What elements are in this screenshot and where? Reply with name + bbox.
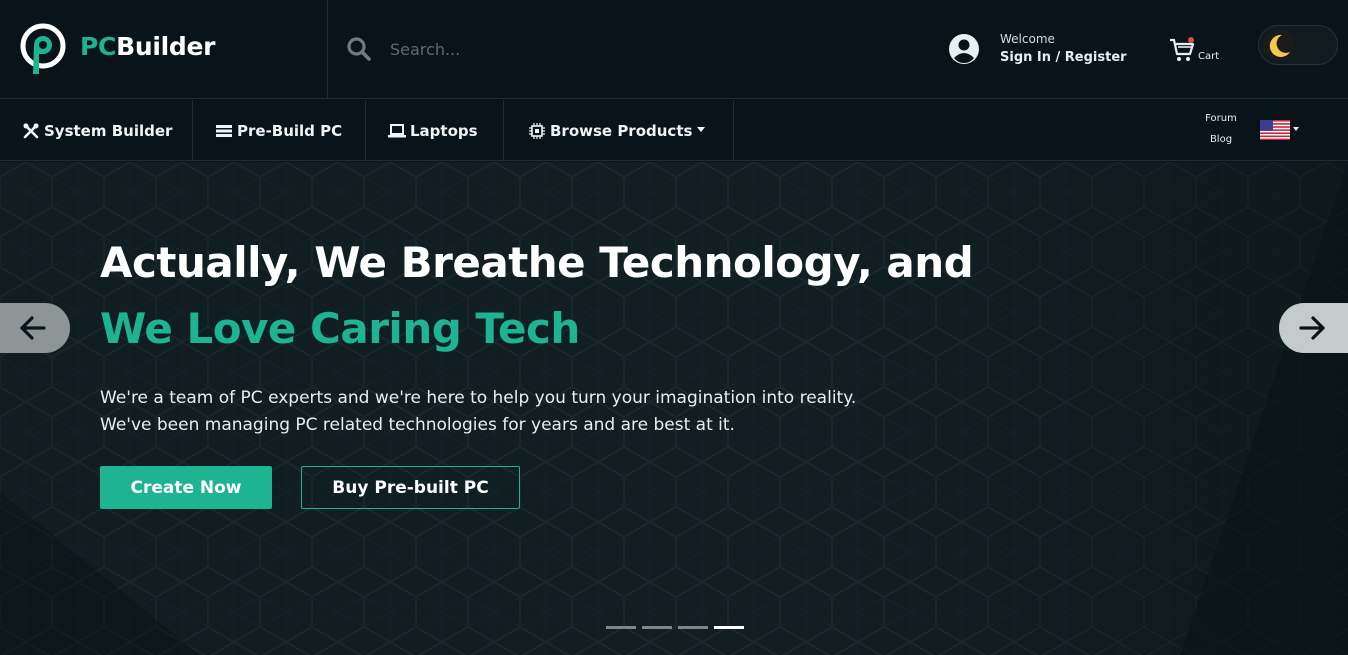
nav-label: Pre-Build PC — [237, 121, 343, 140]
carousel-indicators — [606, 626, 746, 630]
carousel-next-button[interactable] — [1279, 303, 1348, 353]
carousel-dot[interactable] — [606, 626, 636, 629]
server-icon — [216, 124, 232, 137]
carousel-dot-active[interactable] — [714, 626, 744, 629]
side-links: Forum Blog — [1196, 108, 1246, 150]
carousel-dot[interactable] — [642, 626, 672, 629]
language-chevron-icon[interactable] — [1293, 127, 1299, 131]
account-menu[interactable]: Welcome Sign In / Register — [948, 32, 1128, 72]
theme-toggle[interactable] — [1258, 25, 1338, 65]
nav-browse-products[interactable]: Browse Products — [504, 100, 734, 161]
chip-icon — [529, 122, 545, 139]
hex-pattern-background — [0, 162, 1348, 655]
hero-title-line2: We Love Caring Tech — [100, 304, 580, 353]
carousel-prev-button[interactable] — [0, 303, 70, 353]
cart-icon — [1170, 37, 1195, 61]
main-nav: System Builder Pre-Build PC Laptops Brow… — [0, 100, 1348, 161]
nav-laptops[interactable]: Laptops — [366, 100, 504, 161]
nav-label: Browse Products — [550, 121, 693, 140]
nav-label: Laptops — [410, 121, 478, 140]
welcome-text: Welcome — [1000, 32, 1055, 46]
arrow-left-icon — [20, 316, 46, 340]
user-icon — [949, 34, 979, 64]
tools-icon — [23, 123, 39, 138]
nav-pre-build-pc[interactable]: Pre-Build PC — [193, 100, 366, 161]
cart-button[interactable]: Cart — [1168, 36, 1228, 66]
cart-label: Cart — [1198, 51, 1220, 62]
nav-label: System Builder — [44, 121, 173, 140]
top-header: PCBuilder Welcome Sign In / Register Car… — [0, 0, 1348, 99]
nav-system-builder[interactable]: System Builder — [0, 100, 193, 161]
laptop-icon — [388, 123, 406, 137]
logo-icon — [20, 23, 66, 74]
create-now-button[interactable]: Create Now — [100, 466, 272, 509]
blog-link[interactable]: Blog — [1196, 129, 1246, 150]
signin-register-link[interactable]: Sign In / Register — [1000, 50, 1127, 65]
forum-link[interactable]: Forum — [1196, 108, 1246, 129]
hero-carousel: Actually, We Breathe Technology, and We … — [0, 162, 1348, 655]
chevron-down-icon — [697, 126, 706, 132]
hero-description-line1: We're a team of PC experts and we're her… — [100, 388, 857, 408]
us-flag-icon[interactable] — [1260, 120, 1290, 140]
search-input[interactable] — [390, 34, 890, 64]
buy-prebuilt-button[interactable]: Buy Pre-built PC — [301, 466, 520, 509]
carousel-dot[interactable] — [678, 626, 708, 629]
search-icon — [347, 37, 371, 61]
hero-description-line2: We've been managing PC related technolog… — [100, 415, 735, 435]
logo-area: PCBuilder — [0, 0, 328, 99]
brand-name: PCBuilder — [80, 32, 215, 61]
arrow-right-icon — [1299, 316, 1325, 340]
brand-suffix: Builder — [116, 32, 216, 61]
brand-prefix: PC — [80, 32, 117, 61]
moon-icon — [1263, 29, 1295, 61]
hero-title-line1: Actually, We Breathe Technology, and — [100, 238, 974, 287]
